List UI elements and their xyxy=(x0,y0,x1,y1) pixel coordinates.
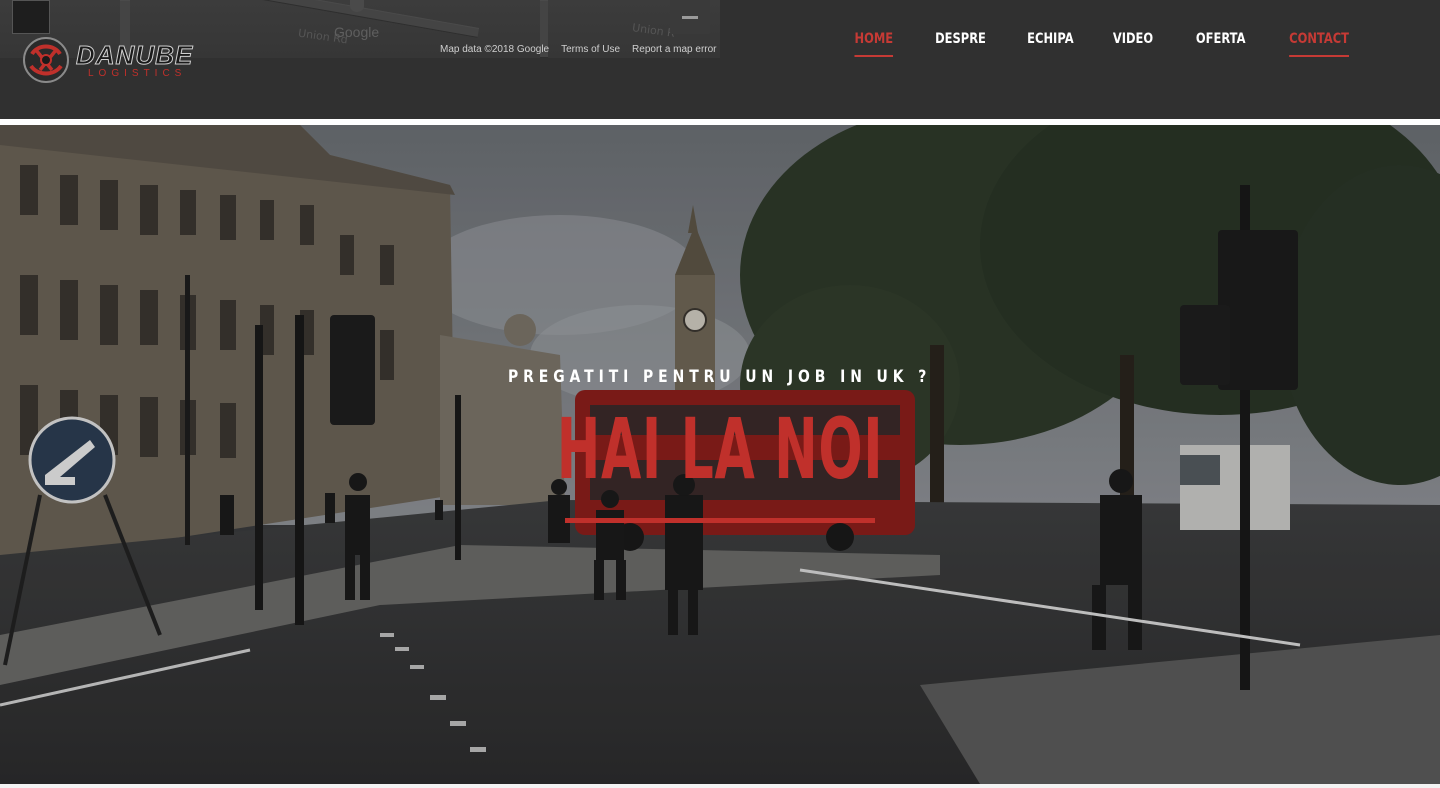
hero-title-underline xyxy=(565,518,875,523)
map-terms-link[interactable]: Terms of Use xyxy=(561,44,620,55)
hero-section: PREGATITI PENTRU UN JOB IN UK ? HAI LA N… xyxy=(0,125,1440,784)
map-zoom-out-button[interactable] xyxy=(670,0,710,34)
site-header: Union Rd Union R Google Map data ©2018 G… xyxy=(0,0,1440,119)
nav-item-echipa[interactable]: ECHIPA xyxy=(1027,31,1073,57)
hero-title: HAI LA NOI xyxy=(556,400,884,498)
nav-item-video[interactable]: VIDEO xyxy=(1113,31,1153,57)
nav-item-oferta[interactable]: OFERTA xyxy=(1195,31,1245,57)
nav-item-home[interactable]: HOME xyxy=(854,31,894,57)
map-data-credit: Map data ©2018 Google xyxy=(440,44,550,55)
hero-subtitle: PREGATITI PENTRU UN JOB IN UK ? xyxy=(507,367,932,387)
google-logo[interactable]: Google xyxy=(334,24,379,40)
map-report-link[interactable]: Report a map error xyxy=(632,44,716,55)
map-footer: Map data ©2018 Google Terms of Use Repor… xyxy=(440,44,717,55)
page-bottom-strip xyxy=(0,784,1440,788)
site-logo[interactable]: DANUBE LOGISTICS xyxy=(22,36,193,84)
nav-item-despre[interactable]: DESPRE xyxy=(935,31,986,57)
map-pin-icon[interactable] xyxy=(350,0,364,12)
logo-globe-icon xyxy=(23,37,69,83)
logo-tagline: LOGISTICS xyxy=(88,67,187,79)
map-thumbnail[interactable] xyxy=(12,0,50,34)
map-road-label: Union R xyxy=(631,21,676,40)
main-navigation: HOME DESPRE ECHIPA VIDEO OFERTA CONTACT xyxy=(815,31,1350,57)
nav-item-contact[interactable]: CONTACT xyxy=(1289,31,1350,57)
logo-wordmark: DANUBE xyxy=(75,39,194,70)
map-zoom-out-icon xyxy=(682,15,698,19)
